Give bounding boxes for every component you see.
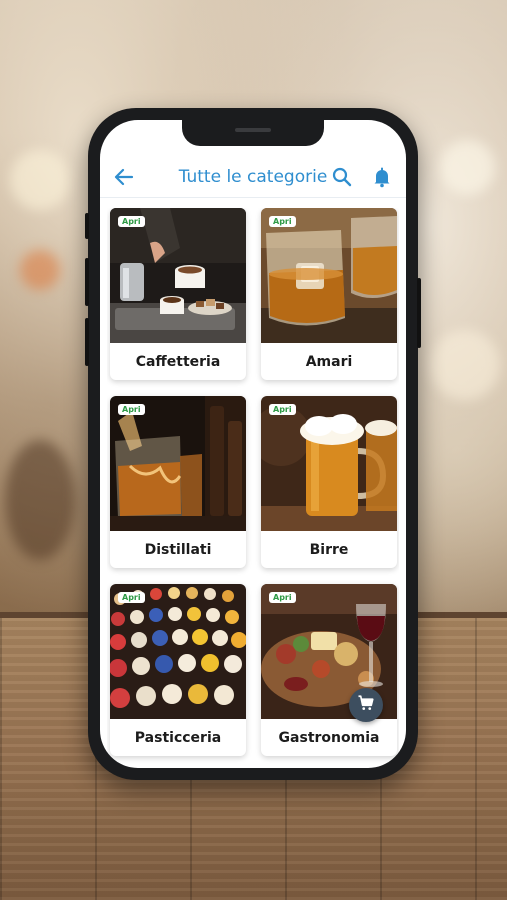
amari-photo [261,208,397,343]
phone-side-button [85,318,89,366]
phone-mockup: Tutte le categorie Apri Caffetteria Apri… [85,108,421,780]
open-badge: Apri [118,216,145,227]
category-name: Birre [309,541,349,558]
open-badge: Apri [269,216,296,227]
background-bokeh [440,140,495,195]
birre-photo [261,396,397,531]
category-card-pasticceria[interactable]: Apri Pasticceria [110,584,246,756]
phone-power-button [417,278,421,348]
category-card-gastronomia[interactable]: Apri Gastronomia [261,584,397,756]
cart-button[interactable] [349,688,383,722]
background-bokeh [10,150,70,210]
category-name: Amari [305,353,353,370]
category-name: Caffetteria [135,353,221,370]
cart-icon [357,694,375,716]
app-header: Tutte le categorie [100,156,406,198]
arrow-left-icon[interactable] [112,165,136,189]
phone-side-button [85,213,89,239]
category-card-amari[interactable]: Apri Amari [261,208,397,380]
category-grid: Apri Caffetteria Apri Amari Apri Distill… [107,208,399,768]
phone-side-button [85,258,89,306]
pasticceria-photo [110,584,246,719]
category-name: Distillati [144,541,212,558]
open-badge: Apri [269,592,296,603]
category-card-birre[interactable]: Apri Birre [261,396,397,568]
open-badge: Apri [118,404,145,415]
page-title: Tutte le categorie [178,166,328,187]
phone-notch [182,120,324,146]
bell-icon[interactable] [370,165,394,189]
category-card-caffetteria[interactable]: Apri Caffetteria [110,208,246,380]
open-badge: Apri [269,404,296,415]
background-bokeh [20,250,60,290]
category-name: Gastronomia [278,729,380,746]
distillati-photo [110,396,246,531]
background-bokeh [5,440,75,560]
open-badge: Apri [118,592,145,603]
search-icon[interactable] [330,165,354,189]
category-name: Pasticceria [134,729,222,746]
phone-speaker [235,128,271,132]
phone-screen: Tutte le categorie Apri Caffetteria Apri… [100,120,406,768]
category-card-distillati[interactable]: Apri Distillati [110,396,246,568]
background-bokeh [430,330,500,400]
caffetteria-photo [110,208,246,343]
